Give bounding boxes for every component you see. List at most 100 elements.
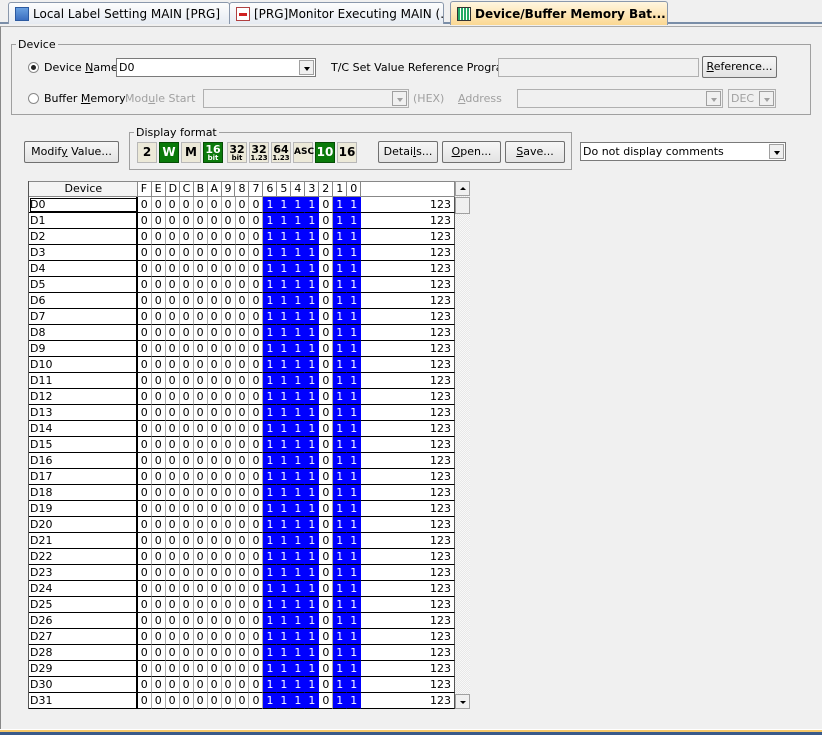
bit-cell[interactable]: 1 — [277, 693, 292, 709]
bit-cell[interactable]: 0 — [207, 293, 222, 309]
bit-cell[interactable]: 1 — [263, 597, 278, 613]
table-row[interactable]: D1 0 0 0 0 0 0 0 0 0 1 1 1 1 0 1 1 123 — [29, 213, 456, 229]
bit-cell[interactable]: 0 — [235, 309, 250, 325]
format-button-16bit[interactable]: 16 bit — [203, 142, 223, 163]
bit-cell[interactable]: 0 — [249, 485, 264, 501]
bit-cell[interactable]: 1 — [333, 677, 348, 693]
bit-cell[interactable]: 1 — [291, 325, 306, 341]
table-row[interactable]: D21 0 0 0 0 0 0 0 0 0 1 1 1 1 0 1 1 123 — [29, 533, 456, 549]
bit-cell[interactable]: 0 — [207, 661, 222, 677]
bit-cell[interactable]: 1 — [277, 469, 292, 485]
bit-cell[interactable]: 0 — [249, 693, 264, 709]
bit-cell[interactable]: 0 — [235, 373, 250, 389]
bit-cell[interactable]: 0 — [319, 405, 334, 421]
bit-cell[interactable]: 0 — [249, 261, 264, 277]
bit-cell[interactable]: 0 — [193, 501, 208, 517]
bit-cell[interactable]: 0 — [179, 373, 194, 389]
device-cell[interactable]: D30 — [29, 677, 138, 693]
bit-cell[interactable]: 1 — [263, 533, 278, 549]
bit-cell[interactable]: 1 — [277, 293, 292, 309]
bit-cell[interactable]: 1 — [291, 197, 306, 213]
bit-cell[interactable]: 0 — [221, 565, 236, 581]
bit-cell[interactable]: 0 — [137, 645, 152, 661]
bit-cell[interactable]: 0 — [221, 437, 236, 453]
bit-cell[interactable]: 0 — [319, 197, 334, 213]
bit-cell[interactable]: 0 — [151, 213, 166, 229]
bit-cell[interactable]: 0 — [179, 677, 194, 693]
bit-cell[interactable]: 0 — [207, 469, 222, 485]
bit-cell[interactable]: 1 — [277, 437, 292, 453]
bit-cell[interactable]: 1 — [277, 629, 292, 645]
bit-cell[interactable]: 1 — [305, 421, 320, 437]
bit-cell[interactable]: 0 — [151, 517, 166, 533]
bit-cell[interactable]: 0 — [235, 229, 250, 245]
bit-cell[interactable]: 0 — [319, 213, 334, 229]
bit-cell[interactable]: 0 — [221, 229, 236, 245]
bit-cell[interactable]: 0 — [179, 453, 194, 469]
device-cell[interactable]: D23 — [29, 565, 138, 581]
address-base-combo[interactable]: DEC — [728, 89, 776, 108]
bit-cell[interactable]: 0 — [235, 485, 250, 501]
value-cell[interactable]: 123 — [361, 501, 456, 517]
bit-cell[interactable]: 1 — [291, 213, 306, 229]
bit-cell[interactable]: 1 — [291, 469, 306, 485]
bit-cell[interactable]: 0 — [319, 517, 334, 533]
bit-cell[interactable]: 0 — [207, 517, 222, 533]
bit-cell[interactable]: 1 — [347, 357, 362, 373]
bit-cell[interactable]: 0 — [179, 693, 194, 709]
bit-cell[interactable]: 0 — [165, 325, 180, 341]
bit-cell[interactable]: 0 — [165, 533, 180, 549]
bit-cell[interactable]: 0 — [235, 581, 250, 597]
bit-cell[interactable]: 1 — [347, 501, 362, 517]
value-cell[interactable]: 123 — [361, 597, 456, 613]
bit-cell[interactable]: 1 — [263, 213, 278, 229]
table-row[interactable]: D19 0 0 0 0 0 0 0 0 0 1 1 1 1 0 1 1 123 — [29, 501, 456, 517]
bit-cell[interactable]: 0 — [319, 661, 334, 677]
bit-cell[interactable]: 1 — [263, 341, 278, 357]
bit-cell[interactable]: 1 — [277, 501, 292, 517]
bit-cell[interactable]: 0 — [207, 373, 222, 389]
bit-cell[interactable]: 0 — [165, 661, 180, 677]
bit-cell[interactable]: 0 — [137, 613, 152, 629]
bit-cell[interactable]: 0 — [221, 309, 236, 325]
table-row[interactable]: D7 0 0 0 0 0 0 0 0 0 1 1 1 1 0 1 1 123 — [29, 309, 456, 325]
column-header-device[interactable]: Device — [29, 181, 138, 197]
bit-cell[interactable]: 1 — [347, 309, 362, 325]
bit-cell[interactable]: 0 — [193, 549, 208, 565]
bit-cell[interactable]: 0 — [165, 549, 180, 565]
bit-cell[interactable]: 0 — [151, 261, 166, 277]
bit-cell[interactable]: 0 — [165, 293, 180, 309]
bit-cell[interactable]: 1 — [291, 341, 306, 357]
bit-cell[interactable]: 0 — [319, 485, 334, 501]
bit-cell[interactable]: 0 — [249, 613, 264, 629]
bit-cell[interactable]: 1 — [291, 677, 306, 693]
table-row[interactable]: D18 0 0 0 0 0 0 0 0 0 1 1 1 1 0 1 1 123 — [29, 485, 456, 501]
bit-cell[interactable]: 0 — [319, 501, 334, 517]
table-row[interactable]: D4 0 0 0 0 0 0 0 0 0 1 1 1 1 0 1 1 123 — [29, 261, 456, 277]
bit-cell[interactable]: 0 — [193, 517, 208, 533]
bit-cell[interactable]: 0 — [193, 405, 208, 421]
bit-cell[interactable]: 0 — [137, 661, 152, 677]
bit-cell[interactable]: 0 — [207, 629, 222, 645]
bit-cell[interactable]: 0 — [249, 357, 264, 373]
bit-cell[interactable]: 0 — [207, 357, 222, 373]
table-row[interactable]: D11 0 0 0 0 0 0 0 0 0 1 1 1 1 0 1 1 123 — [29, 373, 456, 389]
bit-cell[interactable]: 1 — [347, 581, 362, 597]
bit-cell[interactable]: 0 — [179, 341, 194, 357]
bit-cell[interactable]: 1 — [305, 517, 320, 533]
bit-cell[interactable]: 0 — [319, 389, 334, 405]
bit-cell[interactable]: 0 — [249, 309, 264, 325]
reference-button[interactable]: Reference... — [702, 56, 777, 78]
table-row[interactable]: D16 0 0 0 0 0 0 0 0 0 1 1 1 1 0 1 1 123 — [29, 453, 456, 469]
bit-cell[interactable]: 1 — [333, 517, 348, 533]
bit-cell[interactable]: 1 — [347, 645, 362, 661]
bit-cell[interactable]: 1 — [333, 389, 348, 405]
bit-cell[interactable]: 0 — [319, 629, 334, 645]
device-cell[interactable]: D31 — [29, 693, 138, 709]
device-cell[interactable]: D10 — [29, 357, 138, 373]
value-cell[interactable]: 123 — [361, 309, 456, 325]
device-cell[interactable]: D11 — [29, 373, 138, 389]
bit-cell[interactable]: 0 — [221, 469, 236, 485]
bit-cell[interactable]: 1 — [347, 325, 362, 341]
format-button-hex[interactable]: 16 — [337, 142, 357, 163]
